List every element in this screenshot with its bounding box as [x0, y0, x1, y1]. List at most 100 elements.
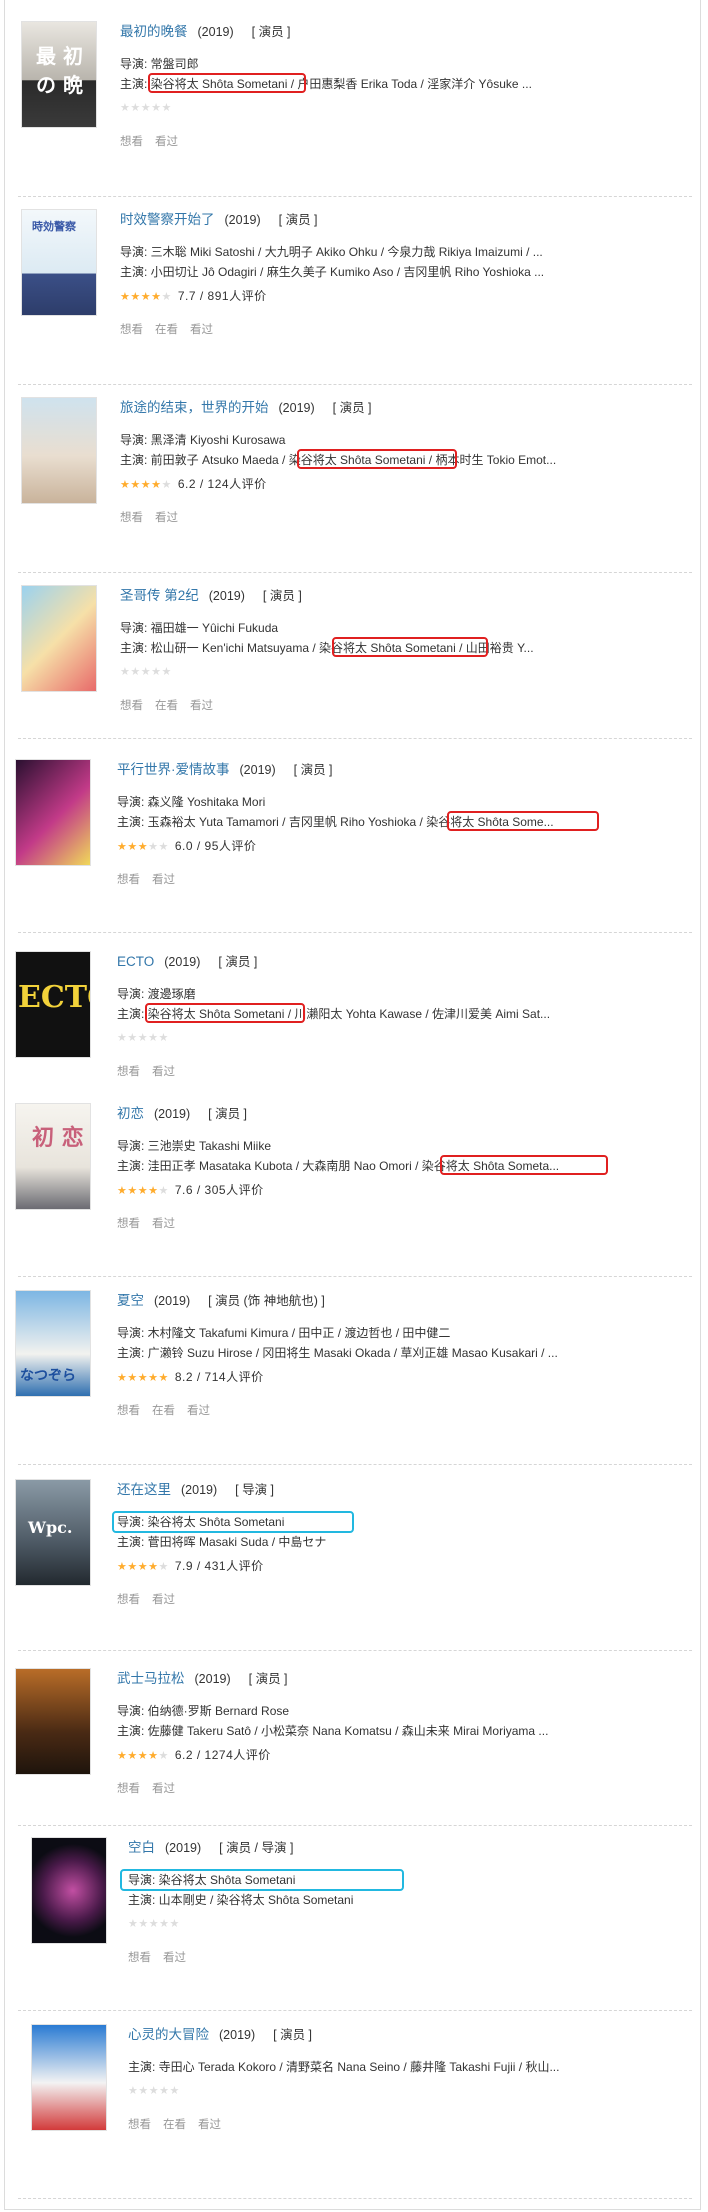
action-button[interactable]: 看过	[152, 1066, 175, 1078]
film-poster[interactable]	[16, 1669, 90, 1774]
director-line: 导演: 渡邊琢磨	[117, 987, 196, 1001]
action-row: 想看 看过	[117, 1781, 187, 1797]
film-poster[interactable]	[22, 586, 96, 691]
rating-row: ★★★★★	[128, 1916, 180, 1932]
director-line: 导演: 福田雄一 Yûichi Fukuda	[120, 621, 279, 635]
film-title-link[interactable]: 心灵的大冒险	[128, 2027, 209, 2042]
item-separator	[18, 1464, 692, 1465]
star-icon: ★	[117, 1372, 128, 1384]
star-icon: ★	[158, 1561, 169, 1573]
star-icon: ★	[127, 1032, 138, 1044]
action-button[interactable]: 看过	[190, 324, 213, 336]
action-button[interactable]: 在看	[152, 1405, 175, 1417]
action-button[interactable]: 想看	[120, 136, 143, 148]
film-poster[interactable]	[16, 760, 90, 865]
star-icon: ★	[161, 102, 172, 114]
cast-highlight-box	[145, 1003, 305, 1023]
film-role: [ 演员 (饰 神地航也) ]	[208, 1294, 325, 1308]
action-button[interactable]: 看过	[155, 512, 178, 524]
action-button[interactable]: 想看	[117, 1218, 140, 1230]
star-icon: ★	[137, 1372, 149, 1384]
film-poster[interactable]: 時効警察	[22, 210, 96, 315]
action-button[interactable]: 想看	[117, 1594, 140, 1606]
film-title-link[interactable]: 还在这里	[117, 1482, 171, 1497]
item-separator	[18, 196, 692, 197]
rating-row: ★★★★★ 7.6 / 305人评价	[117, 1182, 264, 1199]
film-year: (2019)	[224, 213, 261, 227]
star-icon: ★	[120, 666, 131, 678]
film-poster[interactable]	[22, 398, 96, 503]
action-button[interactable]: 看过	[155, 136, 178, 148]
star-icon: ★	[161, 479, 172, 491]
action-button[interactable]: 看过	[187, 1405, 210, 1417]
poster-title: 初 恋	[32, 1125, 84, 1151]
title-row: 时效警察开始了 (2019) [ 演员 ]	[120, 210, 700, 230]
film-poster[interactable]: ECTO	[16, 952, 90, 1057]
film-poster[interactable]: 最 初 の 晩	[22, 22, 96, 127]
action-button[interactable]: 在看	[155, 324, 178, 336]
film-title-link[interactable]: 时效警察开始了	[120, 212, 215, 227]
action-button[interactable]: 看过	[152, 1783, 175, 1795]
film-item: 旅途的结束，世界的开始 (2019) [ 演员 ] 导演: 黑泽清 Kiyoshi K…	[0, 398, 708, 568]
title-row: 还在这里 (2019) [ 导演 ]	[117, 1480, 700, 1500]
cast-highlight-box	[440, 1155, 608, 1175]
action-button[interactable]: 想看	[117, 1066, 140, 1078]
star-icon: ★	[127, 1185, 138, 1197]
item-separator	[18, 1650, 692, 1651]
cast-prefix: 主演: 小田切让 Jô Odagiri / 麻生久美子 Kumiko Aso /…	[120, 265, 545, 279]
film-title-link[interactable]: 最初的晚餐	[120, 24, 188, 39]
film-poster[interactable]: Wpc.	[16, 1480, 90, 1585]
action-button[interactable]: 在看	[163, 2119, 186, 2131]
film-title-link[interactable]: 夏空	[117, 1293, 144, 1308]
star-icon: ★	[159, 1918, 170, 1930]
film-title-link[interactable]: 武士马拉松	[117, 1671, 185, 1686]
star-icon: ★	[117, 1032, 128, 1044]
action-button[interactable]: 想看	[128, 2119, 151, 2131]
action-button[interactable]: 看过	[152, 1594, 175, 1606]
cast-prefix: 主演: 松山研一 Ken'ichi Matsuyama /	[120, 641, 320, 655]
action-button[interactable]: 想看	[117, 1783, 140, 1795]
film-role: [ 演员 ]	[293, 763, 333, 777]
action-button[interactable]: 想看	[120, 512, 143, 524]
action-button[interactable]: 在看	[155, 700, 178, 712]
film-item: 心灵的大冒险 (2019) [ 演员 ] 主演: 寺田心 Terada Kokoro …	[0, 2025, 708, 2195]
action-button[interactable]: 看过	[152, 874, 175, 886]
action-button[interactable]: 想看	[120, 700, 143, 712]
action-button[interactable]: 想看	[117, 874, 140, 886]
title-row: 旅途的结束，世界的开始 (2019) [ 演员 ]	[120, 398, 700, 418]
film-poster[interactable]	[32, 1838, 106, 1943]
star-icon: ★	[127, 1750, 138, 1762]
star-icon: ★	[137, 1750, 149, 1762]
rating-row: ★★★★★	[120, 100, 172, 116]
director-line: 导演: 三木聡 Miki Satoshi / 大九明子 Akiko Ohku /…	[120, 245, 543, 259]
film-title-link[interactable]: 初恋	[117, 1106, 144, 1121]
film-poster[interactable]	[32, 2025, 106, 2130]
action-button[interactable]: 想看	[117, 1405, 140, 1417]
star-icon: ★	[117, 1185, 128, 1197]
poster-title: なつぞら	[20, 1368, 76, 1384]
film-title-link[interactable]: 旅途的结束，世界的开始	[120, 400, 269, 415]
action-button[interactable]: 看过	[163, 1952, 186, 1964]
film-title-link[interactable]: ECTO	[117, 954, 154, 969]
rating-text: 7.7 / 891人评价	[177, 289, 267, 303]
film-year: (2019)	[165, 1841, 202, 1855]
film-title-link[interactable]: 平行世界·爱情故事	[117, 762, 230, 777]
action-button[interactable]: 想看	[128, 1952, 151, 1964]
rating-text: 7.9 / 431人评价	[174, 1559, 264, 1573]
rating-row: ★★★★★	[128, 2083, 180, 2099]
action-button[interactable]: 想看	[120, 324, 143, 336]
action-button[interactable]: 看过	[198, 2119, 221, 2131]
action-button[interactable]: 看过	[152, 1218, 175, 1230]
film-poster[interactable]: なつぞら	[16, 1291, 90, 1396]
star-icon: ★	[148, 1372, 159, 1384]
film-year: (2019)	[197, 25, 234, 39]
film-info: 旅途的结束，世界的开始 (2019) [ 演员 ] 导演: 黑泽清 Kiyoshi K…	[120, 398, 700, 524]
rating-text: 6.2 / 124人评价	[177, 477, 267, 491]
film-title-link[interactable]: 圣哥传 第2纪	[120, 588, 199, 603]
film-poster[interactable]: 初 恋	[16, 1104, 90, 1209]
film-title-link[interactable]: 空白	[128, 1840, 155, 1855]
item-separator	[18, 384, 692, 385]
action-button[interactable]: 看过	[190, 700, 213, 712]
film-info: 还在这里 (2019)[ 导演 ] 导演: 染谷将太 Shôta Sometani 主…	[117, 1480, 700, 1606]
star-icon: ★	[169, 1918, 180, 1930]
